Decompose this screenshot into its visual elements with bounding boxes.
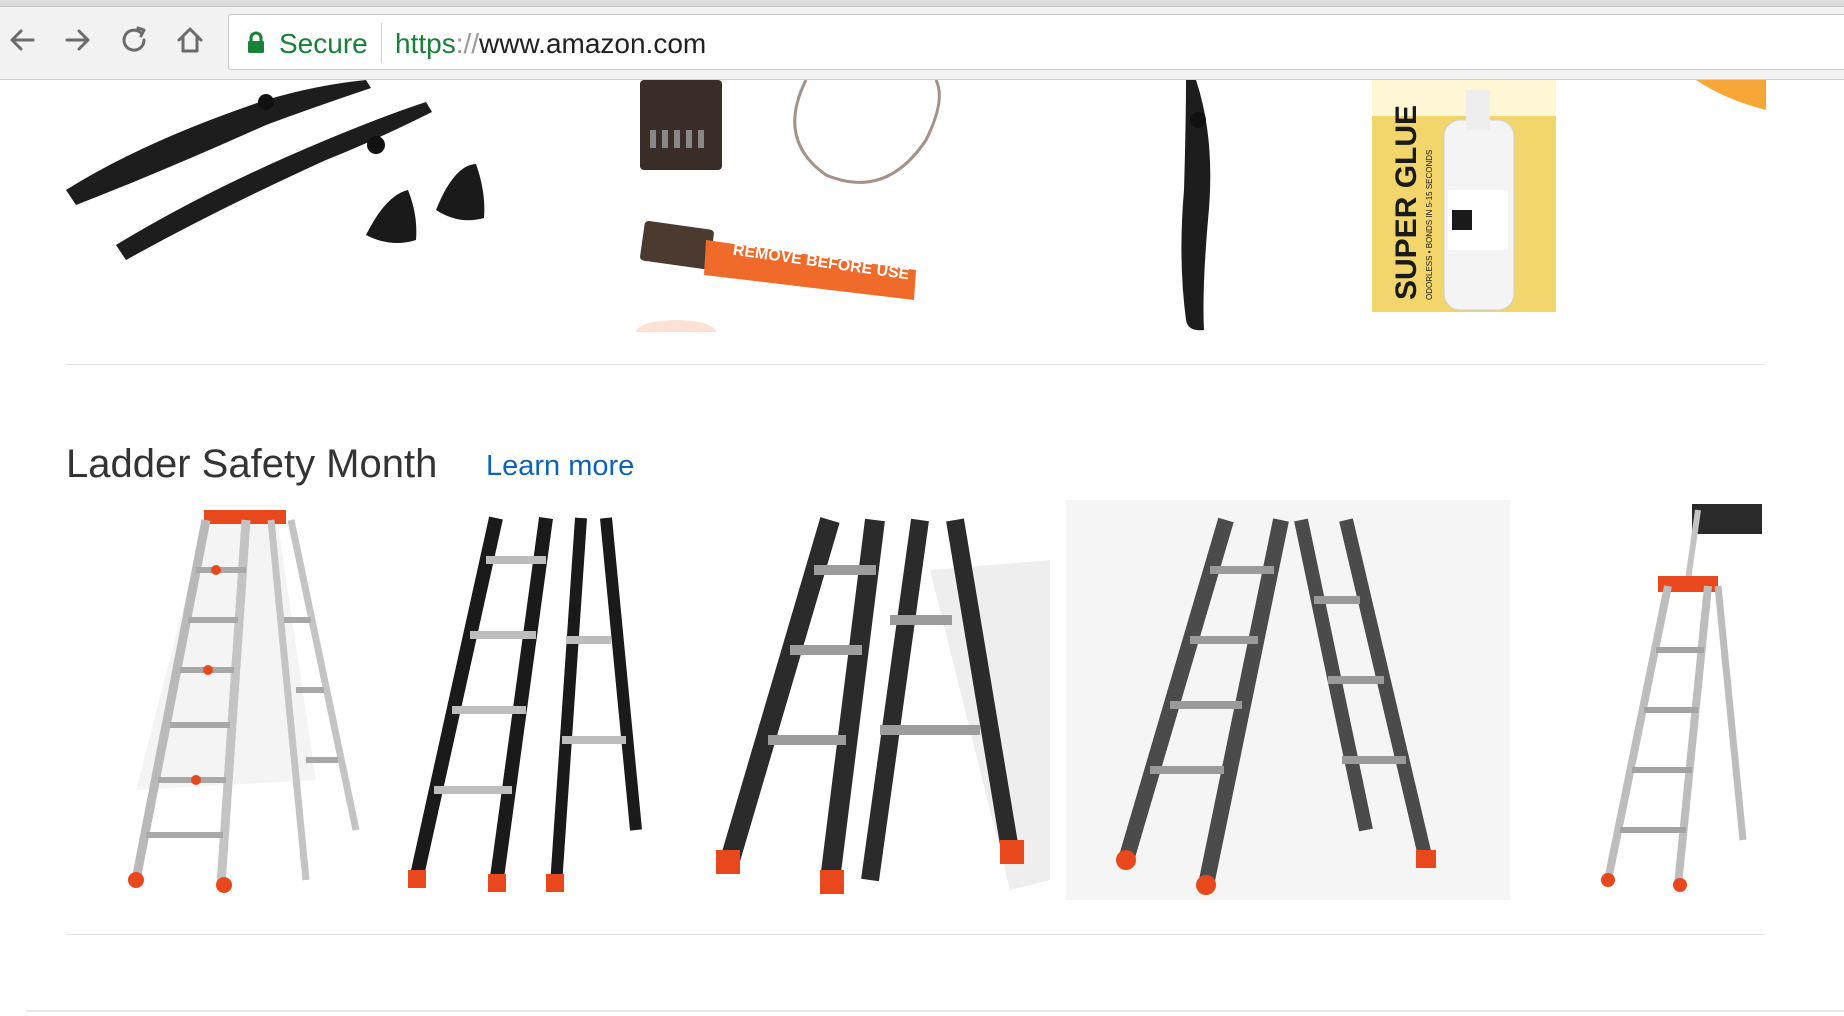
section-divider-bottom [66,934,1765,935]
page-content: REMOVE BEFORE USE SUPER GLUE ODORLESS • … [0,80,1844,1016]
section-divider [66,364,1765,365]
ladder-item-5[interactable] [1568,500,1766,900]
url-scheme: https [395,28,456,59]
product-receiver[interactable]: REMOVE BEFORE USE [626,80,1026,332]
tab-strip-edge [0,0,1844,7]
back-button[interactable] [4,22,40,58]
url-text[interactable]: https://www.amazon.com [395,28,706,60]
product-super-glue[interactable]: SUPER GLUE ODORLESS • BONDS IN 5-15 SECO… [1372,80,1562,332]
address-bar[interactable]: Secure https://www.amazon.com [228,14,1844,70]
url-host: www.amazon.com [479,28,707,59]
reload-button[interactable] [116,22,152,58]
home-button[interactable] [172,22,208,58]
product-propellers[interactable] [66,80,526,332]
arrow-right-icon [65,29,90,51]
lock-icon [248,31,264,53]
arrow-left-icon [10,29,35,51]
home-icon [177,27,203,53]
product-partial-orange[interactable] [1666,80,1766,332]
super-glue-sublabel: ODORLESS • BONDS IN 5-15 SECONDS [1425,150,1434,300]
omnibox-divider [381,23,382,63]
ladder-item-4[interactable] [1066,500,1510,900]
ladder-item-3[interactable] [690,500,1050,900]
reload-icon [122,26,146,52]
url-separator: :// [455,28,480,59]
ladder-item-1[interactable] [96,500,376,900]
learn-more-link[interactable]: Learn more [486,450,634,483]
super-glue-label: SUPER GLUE [1390,105,1423,300]
browser-toolbar: Secure https://www.amazon.com [0,0,1844,80]
forward-button[interactable] [60,22,96,58]
ladder-item-2[interactable] [386,500,668,900]
secure-label: Secure [279,28,368,59]
top-product-strip: REMOVE BEFORE USE SUPER GLUE ODORLESS • … [66,80,1766,332]
product-propeller-single[interactable] [1126,80,1246,332]
page-footer-line [26,1010,1844,1012]
section-title: Ladder Safety Month [66,442,438,486]
